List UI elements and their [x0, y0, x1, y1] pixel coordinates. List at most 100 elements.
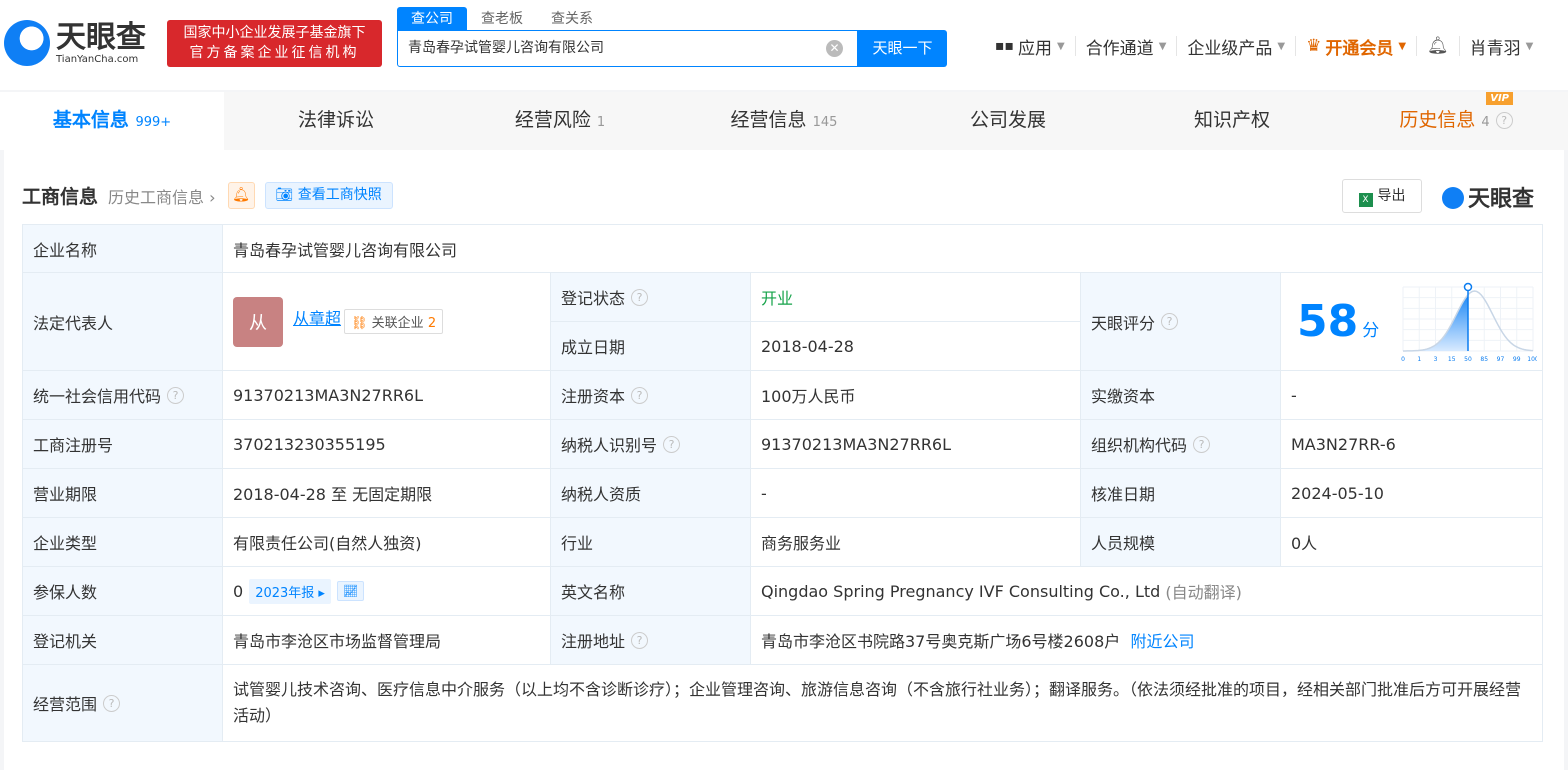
insured-count: 0 2023年报 ▸ 📈︎: [223, 567, 551, 616]
help-icon[interactable]: ?: [631, 631, 649, 649]
legal-rep-link[interactable]: 从章超: [293, 305, 341, 329]
staff-size: 0人: [1281, 518, 1543, 567]
credit-code: 91370213MA3N27RR6L: [223, 371, 551, 420]
approve-date: 2024-05-10: [1281, 469, 1543, 518]
tick-label: 85: [1481, 356, 1489, 363]
bell-icon[interactable]: 🔔︎: [1417, 36, 1460, 56]
found-date: 2018-04-28: [751, 322, 1081, 371]
nav-label: 应用: [1017, 38, 1052, 59]
reg-authority: 青岛市李沧区市场监督管理局: [223, 616, 551, 665]
search-tabs: 查公司 查老板 查关系: [397, 7, 607, 31]
company-name: 青岛春孕试管婴儿咨询有限公司: [223, 225, 1543, 273]
tax-id: 91370213MA3N27RR6L: [751, 420, 1081, 469]
tick-label: 15: [1448, 356, 1456, 363]
tick-label: 3: [1434, 356, 1438, 363]
help-icon[interactable]: ?: [103, 694, 121, 712]
label: 登记机关: [23, 616, 223, 665]
score-cell[interactable]: 58 分 0 1 3 15 50 85 97 99 100: [1281, 273, 1543, 371]
search-tab-boss[interactable]: 查老板: [467, 7, 537, 31]
reg-number: 370213230355195: [223, 420, 551, 469]
business-info-table: 企业名称 青岛春孕试管婴儿咨询有限公司 法定代表人 从 从章超 ⛓︎ 关联企业 …: [22, 224, 1543, 742]
logo[interactable]: 天眼查 TianYanCha.com: [4, 20, 146, 66]
label: 纳税人识别号?: [551, 420, 751, 469]
official-badge: 国家中小企业发展子基金旗下 官方备案企业征信机构: [167, 20, 382, 67]
camera-icon: 📷︎: [275, 187, 298, 203]
nav-partner[interactable]: 合作通道 ▼: [1076, 36, 1178, 59]
vip-tag: VIP: [1486, 92, 1513, 105]
label: 核准日期: [1081, 469, 1281, 518]
top-nav: ▪▪ 应用 ▼ 合作通道 ▼ 企业级产品 ▼ ♛ 开通会员 ▼ 🔔︎ 肖青羽 ▼: [985, 36, 1544, 59]
company-type: 有限责任公司(自然人独资): [223, 518, 551, 567]
label: 营业期限: [23, 469, 223, 518]
clear-icon[interactable]: ✕: [826, 40, 843, 57]
caret-down-icon: ▼: [1398, 40, 1407, 52]
network-icon: ⛓︎: [351, 316, 368, 331]
tab-legal[interactable]: 法律诉讼: [224, 92, 448, 150]
tab-development[interactable]: 公司发展: [896, 92, 1120, 150]
help-icon[interactable]: ?: [631, 386, 649, 404]
help-icon[interactable]: ?: [1161, 313, 1179, 330]
history-link[interactable]: 历史工商信息 ›: [108, 184, 216, 208]
legal-rep: 从 从章超 ⛓︎ 关联企业 2: [223, 273, 551, 371]
label: 工商注册号: [23, 420, 223, 469]
tick-label: 1: [1418, 356, 1422, 363]
tab-ip[interactable]: 知识产权: [1120, 92, 1344, 150]
label: 统一社会信用代码?: [23, 371, 223, 420]
nav-vip[interactable]: ♛ 开通会员 ▼: [1296, 36, 1418, 59]
search-button[interactable]: 天眼一下: [858, 30, 947, 67]
nav-apps[interactable]: ▪▪ 应用 ▼: [985, 36, 1076, 59]
label: 英文名称: [551, 567, 751, 616]
reg-status: 开业: [751, 273, 1081, 322]
top-header: 天眼查 TianYanCha.com 国家中小企业发展子基金旗下 官方备案企业征信机…: [0, 0, 1568, 90]
nav-user[interactable]: 肖青羽 ▼: [1460, 36, 1544, 59]
caret-down-icon: ▼: [1525, 40, 1534, 52]
tick-label: 100: [1528, 356, 1538, 363]
search-tab-relation[interactable]: 查关系: [537, 7, 607, 31]
help-icon[interactable]: ?: [631, 288, 649, 306]
tick-label: 97: [1497, 356, 1505, 363]
export-button[interactable]: X 导出: [1342, 179, 1422, 213]
excel-icon: X: [1358, 193, 1373, 207]
annual-report-button[interactable]: 2023年报 ▸: [249, 578, 331, 604]
tab-risk[interactable]: 经营风险 1: [448, 92, 672, 150]
nav-enterprise[interactable]: 企业级产品 ▼: [1177, 36, 1297, 59]
tick-label: 50: [1464, 356, 1472, 363]
badge-line: 官方备案企业征信机构: [189, 45, 360, 61]
help-icon[interactable]: ?: [1495, 112, 1513, 129]
label: 注册地址?: [551, 616, 751, 665]
label: 成立日期: [551, 322, 751, 371]
section-header: 工商信息 历史工商信息 › 🔔︎ 📷︎ 查看工商快照: [22, 182, 393, 209]
help-icon[interactable]: ?: [167, 386, 185, 404]
trend-chart-icon[interactable]: 📈︎: [336, 581, 365, 601]
help-icon[interactable]: ?: [1193, 435, 1211, 453]
help-icon[interactable]: ?: [663, 435, 681, 453]
business-scope: 试管婴儿技术咨询、医疗信息中介服务（以上均不含诊断诊疗）；企业管理咨询、旅游信息…: [223, 665, 1543, 742]
tab-operation[interactable]: 经营信息 145: [672, 92, 896, 150]
search-input[interactable]: 青岛春孕试管婴儿咨询有限公司 ✕: [397, 30, 858, 67]
tax-qualification: -: [751, 469, 1081, 518]
snapshot-button[interactable]: 📷︎ 查看工商快照: [264, 182, 393, 209]
reg-capital: 100万人民币: [751, 371, 1081, 420]
related-companies-button[interactable]: ⛓︎ 关联企业 2: [344, 309, 444, 334]
label: 注册资本?: [551, 371, 751, 420]
brand-logo: 天眼查: [1442, 181, 1534, 213]
caret-down-icon: ▼: [1056, 40, 1065, 52]
tick-label: 0: [1401, 356, 1405, 363]
badge-line: 国家中小企业发展子基金旗下: [183, 25, 366, 41]
nearby-companies-link[interactable]: 附近公司: [1130, 628, 1194, 652]
search-tab-company[interactable]: 查公司: [397, 7, 467, 31]
logo-icon: [1442, 187, 1464, 209]
user-name: 肖青羽: [1469, 38, 1521, 59]
tab-basic-info[interactable]: 基本信息 999+: [0, 92, 224, 150]
english-name: Qingdao Spring Pregnancy IVF Consulting …: [751, 567, 1543, 616]
label: 人员规模: [1081, 518, 1281, 567]
label: 组织机构代码?: [1081, 420, 1281, 469]
bell-icon[interactable]: 🔔︎: [227, 182, 255, 209]
tick-label: 99: [1513, 356, 1521, 363]
org-code: MA3N27RR-6: [1281, 420, 1543, 469]
label: 法定代表人: [23, 273, 223, 371]
label: 参保人数: [23, 567, 223, 616]
section-title: 工商信息: [22, 186, 99, 208]
avatar[interactable]: 从: [233, 296, 283, 347]
tab-history[interactable]: VIP 历史信息 4?: [1344, 92, 1568, 150]
